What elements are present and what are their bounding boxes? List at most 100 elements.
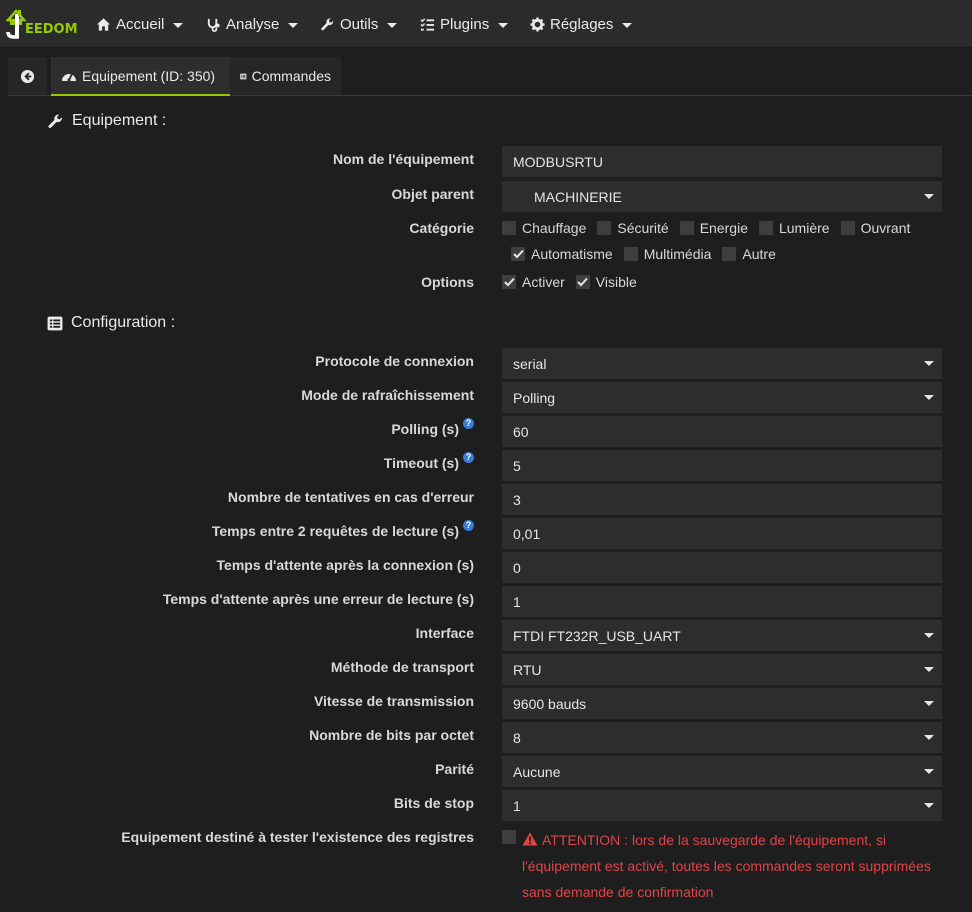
caret-down-icon [288, 22, 299, 28]
bits-label: Nombre de bits par octet [309, 727, 474, 743]
nav-analyse-label: Analyse [226, 15, 280, 33]
configuration-title-text: Configuration : [71, 314, 176, 331]
wait-err-label: Temps d'attente après une erreur de lect… [162, 591, 474, 607]
check-icon [577, 277, 589, 287]
nav-outils[interactable]: Outils [320, 14, 398, 34]
timeout-input[interactable]: 5 [502, 450, 942, 481]
polling-label-wrap: Polling (s)? [391, 418, 474, 437]
interface-select[interactable]: FTDI FT232R_USB_UART [502, 620, 942, 651]
category-lumiere[interactable]: Lumière [758, 220, 830, 236]
logo-text: EEDOM [25, 22, 78, 37]
bits-select[interactable]: 8 [502, 722, 942, 753]
help-icon[interactable]: ? [463, 418, 474, 429]
options-row: Activer Visible [502, 274, 648, 290]
polling-input[interactable]: 60 [502, 416, 942, 447]
category-label-text: Chauffage [522, 220, 587, 236]
parent-object-select[interactable]: MACHINERIE [502, 181, 942, 212]
wrench-icon [48, 114, 62, 128]
transport-label: Méthode de transport [330, 659, 474, 675]
jeedom-logo[interactable]: EEDOM [5, 6, 78, 40]
help-icon[interactable]: ? [463, 520, 474, 531]
category-label-text: Energie [699, 220, 748, 236]
option-visible[interactable]: Visible [575, 274, 637, 290]
caret-down-icon [622, 22, 633, 28]
nav-accueil[interactable]: Accueil [96, 14, 184, 34]
category-automatisme[interactable]: Automatisme [511, 246, 613, 262]
cogs-icon [530, 16, 545, 32]
category-label: Catégorie [409, 220, 474, 236]
checkbox[interactable] [758, 221, 773, 235]
timeout-label-wrap: Timeout (s)? [384, 452, 474, 471]
parity-label: Parité [435, 761, 474, 777]
nav-outils-label: Outils [340, 15, 379, 33]
time-between-input[interactable]: 0,01 [502, 518, 942, 549]
wait-conn-input[interactable]: 0 [502, 552, 942, 583]
back-button[interactable] [8, 57, 47, 95]
equipement-title-text: Equipement : [72, 112, 167, 129]
checkbox-checked[interactable] [502, 275, 516, 289]
transport-select[interactable]: RTU [502, 654, 942, 685]
category-securite[interactable]: Sécurité [597, 220, 669, 236]
category-label-text: Multimédia [643, 246, 712, 262]
category-label-text: Autre [742, 246, 776, 262]
checkbox[interactable] [623, 247, 638, 261]
category-multimedia[interactable]: Multimédia [623, 246, 712, 262]
checkbox[interactable] [679, 221, 694, 235]
section-configuration-title: Configuration : [47, 314, 175, 332]
list-alt-icon [47, 316, 63, 330]
tab-equipement[interactable]: Equipement (ID: 350) [51, 57, 230, 96]
protocol-select[interactable]: serial [502, 348, 942, 379]
warning-text: ATTENTION : lors de la sauvegarde de l'é… [522, 832, 931, 900]
test-label: Equipement destiné à tester l'existence … [121, 829, 474, 845]
wrench-icon [321, 17, 334, 30]
help-icon[interactable]: ? [463, 452, 474, 463]
category-row-1: Chauffage Sécurité Energie Lumière Ouvra… [502, 220, 921, 236]
polling-label: Polling (s) [391, 421, 459, 437]
checkbox[interactable] [597, 221, 612, 235]
tasks-icon [420, 17, 435, 31]
interface-label: Interface [415, 625, 474, 641]
category-chauffage[interactable]: Chauffage [502, 220, 586, 236]
category-label-text: Lumière [778, 220, 830, 236]
option-label-text: Visible [595, 274, 637, 290]
checkbox[interactable] [502, 221, 516, 235]
tab-equipement-label: Equipement (ID: 350) [82, 67, 216, 84]
protocol-label: Protocole de connexion [315, 353, 474, 369]
tab-commandes[interactable]: Commandes [230, 57, 341, 95]
nav-reglages[interactable]: Réglages [530, 14, 633, 34]
tab-commandes-label: Commandes [251, 68, 331, 84]
options-label: Options [421, 274, 474, 290]
nav-analyse[interactable]: Analyse [206, 14, 299, 34]
retries-input[interactable]: 3 [502, 484, 942, 515]
parity-select[interactable]: Aucune [502, 756, 942, 787]
nav-plugins-label: Plugins [440, 15, 490, 33]
equipment-name-input[interactable]: MODBUSRTU [502, 146, 942, 177]
checkbox-checked[interactable] [511, 247, 525, 261]
test-registers-checkbox[interactable] [502, 830, 516, 844]
tabs-bar: Equipement (ID: 350) Commandes [8, 57, 972, 96]
wait-err-input[interactable]: 1 [502, 586, 942, 617]
home-icon [96, 17, 111, 31]
caret-down-icon [498, 22, 509, 28]
check-icon [512, 249, 524, 259]
category-label-text: Automatisme [531, 246, 613, 262]
category-label-text: Ouvrant [860, 220, 911, 236]
warning-icon [522, 832, 538, 846]
option-activer[interactable]: Activer [502, 274, 565, 290]
category-energie[interactable]: Energie [679, 220, 748, 236]
wait-conn-label: Temps d'attente après la connexion (s) [216, 557, 474, 573]
checkbox-checked[interactable] [575, 275, 590, 289]
section-equipement-title: Equipement : [47, 112, 166, 130]
checkbox[interactable] [840, 221, 855, 235]
speed-select[interactable]: 9600 bauds [502, 688, 942, 719]
list-alt-icon [240, 73, 247, 79]
category-ouvrant[interactable]: Ouvrant [840, 220, 911, 236]
time-between-label: Temps entre 2 requêtes de lecture (s) [211, 523, 459, 539]
refresh-mode-select[interactable]: Polling [502, 382, 942, 413]
nav-plugins[interactable]: Plugins [420, 14, 509, 34]
checkbox[interactable] [722, 247, 737, 261]
speed-label: Vitesse de transmission [313, 693, 474, 709]
stop-bits-select[interactable]: 1 [502, 790, 942, 821]
option-label-text: Activer [522, 274, 565, 290]
category-autre[interactable]: Autre [722, 246, 776, 262]
